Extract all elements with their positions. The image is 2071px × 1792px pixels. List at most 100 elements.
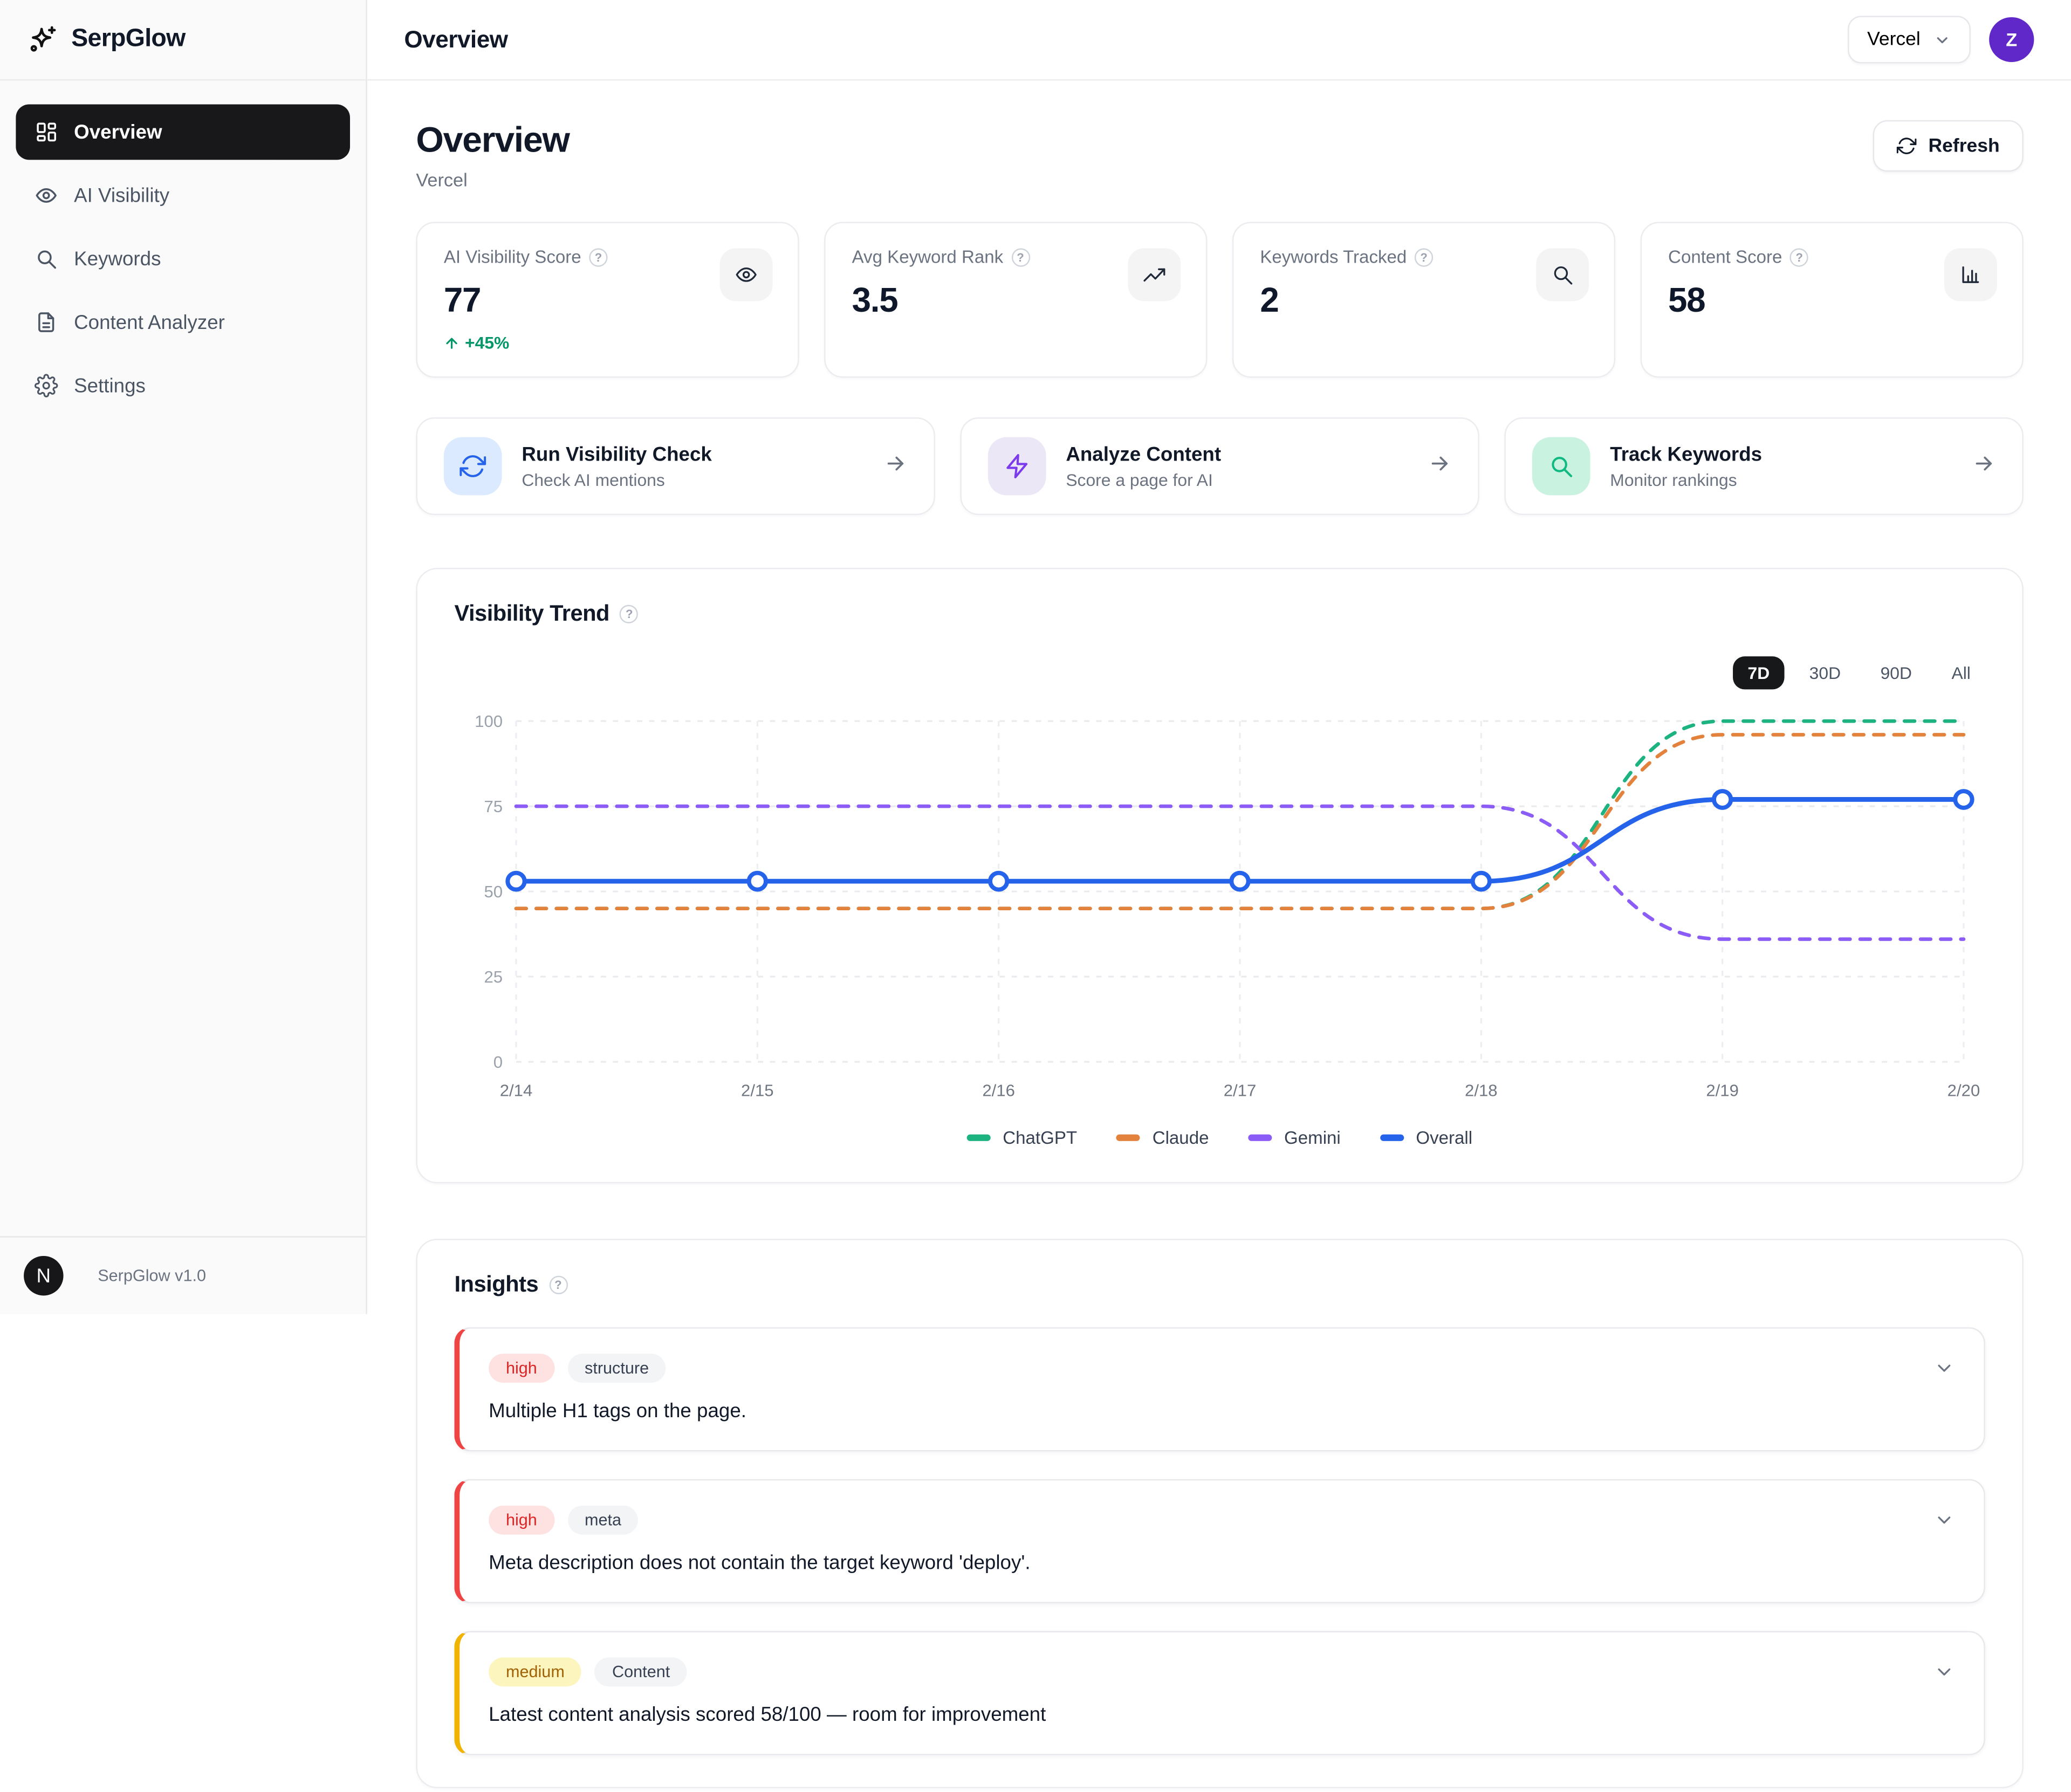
arrow-right-icon	[883, 451, 907, 481]
sparkle-icon	[26, 24, 58, 56]
insight-item[interactable]: high structure Multiple H1 tags on the p…	[454, 1327, 1985, 1451]
app-title: SerpGlow	[71, 25, 185, 54]
x-axis-tick: 2/17	[1224, 1081, 1257, 1100]
eye-icon	[735, 263, 758, 286]
legend-swatch	[1249, 1135, 1272, 1141]
stat-label: Avg Keyword Rank	[852, 247, 1004, 267]
x-axis-tick: 2/18	[1465, 1081, 1498, 1100]
search-icon	[1551, 263, 1574, 286]
range-7d[interactable]: 7D	[1733, 656, 1785, 689]
help-icon[interactable]	[1415, 248, 1433, 266]
visibility-trend-panel: Visibility Trend 7D 30D 90D All 02550751…	[416, 568, 2023, 1183]
chevron-down-icon[interactable]	[1933, 1358, 1955, 1385]
workspace-avatar[interactable]: N	[24, 1256, 63, 1295]
help-icon[interactable]	[1790, 248, 1808, 266]
user-avatar[interactable]: Z	[1989, 17, 2034, 62]
data-point-marker	[749, 873, 766, 890]
refresh-icon	[1897, 136, 1917, 156]
insights-title: Insights	[454, 1272, 538, 1298]
help-icon[interactable]	[620, 605, 639, 623]
legend-item-claude: Claude	[1117, 1128, 1209, 1148]
help-icon[interactable]	[589, 248, 607, 266]
legend-swatch	[967, 1135, 991, 1141]
sidebar-item-label: Keywords	[74, 248, 161, 270]
stat-icon-box	[1128, 248, 1181, 301]
page-title: Overview	[416, 120, 569, 161]
arrow-right-icon	[1972, 451, 1995, 481]
arrow-up-icon	[444, 335, 460, 351]
page-subtitle: Vercel	[416, 169, 569, 190]
sidebar-footer: N SerpGlow v1.0	[0, 1236, 366, 1314]
stat-card-avg-keyword-rank: Avg Keyword Rank 3.5	[824, 222, 1207, 377]
app-root: SerpGlow Overview AI Visibility Keywords…	[0, 0, 2071, 1792]
legend-label: ChatGPT	[1003, 1128, 1077, 1148]
x-axis-tick: 2/16	[982, 1081, 1015, 1100]
action-track-keywords[interactable]: Track Keywords Monitor rankings	[1504, 417, 2023, 515]
insight-item[interactable]: medium Content Latest content analysis s…	[454, 1631, 1985, 1755]
stat-icon-box	[1944, 248, 1997, 301]
bar-chart-icon	[1959, 263, 1983, 286]
refresh-icon	[460, 453, 486, 479]
insight-message: Multiple H1 tags on the page.	[489, 1400, 1912, 1423]
trend-chart-svg: 02550751002/142/152/162/172/182/192/20	[454, 703, 1985, 1115]
search-icon	[1548, 453, 1574, 479]
stat-card-ai-visibility-score: AI Visibility Score 77 +45%	[416, 222, 799, 377]
data-point-marker	[1714, 791, 1731, 808]
data-point-marker	[1955, 791, 1972, 808]
app-version: SerpGlow v1.0	[98, 1267, 206, 1285]
action-subtitle: Check AI mentions	[522, 470, 863, 490]
category-badge: Content	[595, 1657, 687, 1686]
action-analyze-content[interactable]: Analyze Content Score a page for AI	[960, 417, 1479, 515]
refresh-button[interactable]: Refresh	[1873, 120, 2024, 172]
legend-item-overall: Overall	[1380, 1128, 1472, 1148]
data-point-marker	[990, 873, 1007, 890]
range-90d[interactable]: 90D	[1866, 656, 1926, 689]
x-axis-tick: 2/14	[500, 1081, 533, 1100]
insight-message: Latest content analysis scored 58/100 — …	[489, 1704, 1912, 1726]
help-icon[interactable]	[549, 1276, 567, 1294]
chevron-down-icon[interactable]	[1933, 1661, 1955, 1689]
dashboard-icon	[35, 120, 58, 144]
workspace-dropdown[interactable]: Vercel	[1847, 16, 1971, 63]
severity-badge: high	[489, 1506, 554, 1535]
insight-item[interactable]: high meta Meta description does not cont…	[454, 1479, 1985, 1603]
sidebar-item-keywords[interactable]: Keywords	[16, 231, 350, 287]
insights-panel: Insights high structure Multiple H1 tags…	[416, 1239, 2023, 1788]
zap-icon	[1004, 453, 1030, 479]
range-30d[interactable]: 30D	[1795, 656, 1855, 689]
legend-swatch	[1380, 1135, 1404, 1141]
help-icon[interactable]	[1011, 248, 1030, 266]
y-axis-tick: 100	[475, 712, 503, 731]
category-badge: structure	[567, 1354, 666, 1383]
sidebar: SerpGlow Overview AI Visibility Keywords…	[0, 0, 367, 1314]
file-text-icon	[35, 311, 58, 334]
stat-label: AI Visibility Score	[444, 247, 581, 267]
action-icon-box	[988, 437, 1046, 496]
action-run-visibility-check[interactable]: Run Visibility Check Check AI mentions	[416, 417, 935, 515]
arrow-right-icon	[1428, 451, 1451, 481]
sidebar-item-overview[interactable]: Overview	[16, 104, 350, 160]
stat-label: Keywords Tracked	[1260, 247, 1407, 267]
trend-chart: 02550751002/142/152/162/172/182/192/20	[454, 703, 1985, 1115]
severity-badge: medium	[489, 1657, 582, 1686]
y-axis-tick: 75	[484, 797, 503, 816]
x-axis-tick: 2/20	[1947, 1081, 1980, 1100]
stat-delta: +45%	[444, 333, 771, 353]
sidebar-item-settings[interactable]: Settings	[16, 358, 350, 414]
refresh-label: Refresh	[1929, 135, 2000, 156]
action-title: Analyze Content	[1066, 443, 1408, 466]
range-all[interactable]: All	[1937, 656, 1985, 689]
stat-icon-box	[1536, 248, 1589, 301]
chevron-down-icon	[1933, 31, 1951, 49]
sidebar-item-ai-visibility[interactable]: AI Visibility	[16, 168, 350, 223]
legend-label: Overall	[1416, 1128, 1472, 1148]
y-axis-tick: 0	[493, 1053, 503, 1072]
chart-legend: ChatGPTClaudeGeminiOverall	[454, 1128, 1985, 1150]
data-point-marker	[1231, 873, 1248, 890]
action-icon-box	[1532, 437, 1590, 496]
main-area: Overview Vercel Z Overview Vercel Refres…	[367, 0, 2071, 1792]
chevron-down-icon[interactable]	[1933, 1509, 1955, 1537]
trending-up-icon	[1142, 263, 1166, 286]
sidebar-item-content-analyzer[interactable]: Content Analyzer	[16, 294, 350, 350]
insights-list: high structure Multiple H1 tags on the p…	[454, 1327, 1985, 1755]
